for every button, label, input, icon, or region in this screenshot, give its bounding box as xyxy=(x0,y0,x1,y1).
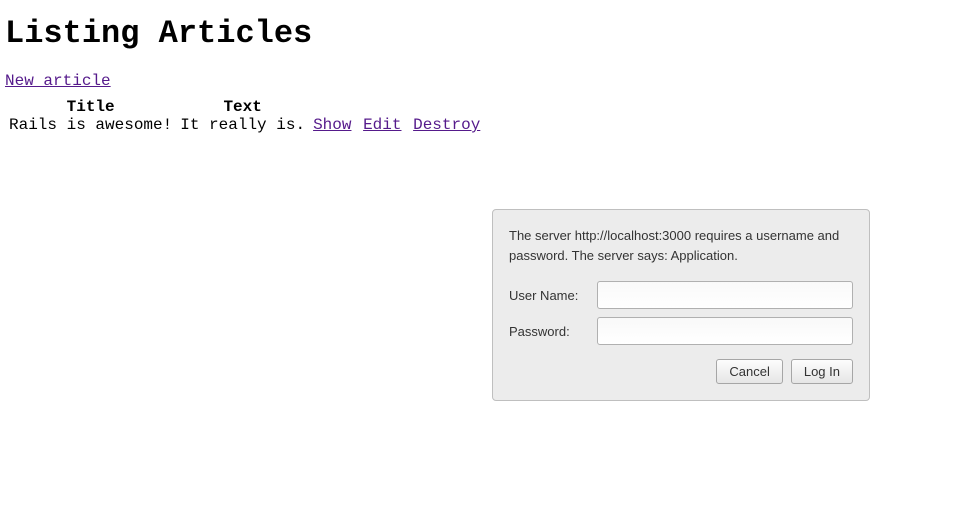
col-header-text: Text xyxy=(176,98,309,116)
show-link[interactable]: Show xyxy=(313,116,351,134)
col-header-title: Title xyxy=(5,98,176,116)
cell-text: It really is. xyxy=(176,116,309,134)
edit-link[interactable]: Edit xyxy=(363,116,401,134)
table-row: Rails is awesome! It really is. Show Edi… xyxy=(5,116,486,134)
table-header-row: Title Text xyxy=(5,98,486,116)
new-article-link[interactable]: New article xyxy=(5,72,111,90)
articles-table: Title Text Rails is awesome! It really i… xyxy=(5,98,486,134)
login-button[interactable]: Log In xyxy=(791,359,853,384)
page-title: Listing Articles xyxy=(5,15,967,52)
password-label: Password: xyxy=(509,324,597,339)
auth-dialog: The server http://localhost:3000 require… xyxy=(492,209,870,401)
password-input[interactable] xyxy=(597,317,853,345)
username-input[interactable] xyxy=(597,281,853,309)
destroy-link[interactable]: Destroy xyxy=(413,116,480,134)
auth-message: The server http://localhost:3000 require… xyxy=(509,226,853,265)
cell-title: Rails is awesome! xyxy=(5,116,176,134)
cancel-button[interactable]: Cancel xyxy=(716,359,782,384)
cell-actions: Show Edit Destroy xyxy=(309,116,486,134)
username-label: User Name: xyxy=(509,288,597,303)
